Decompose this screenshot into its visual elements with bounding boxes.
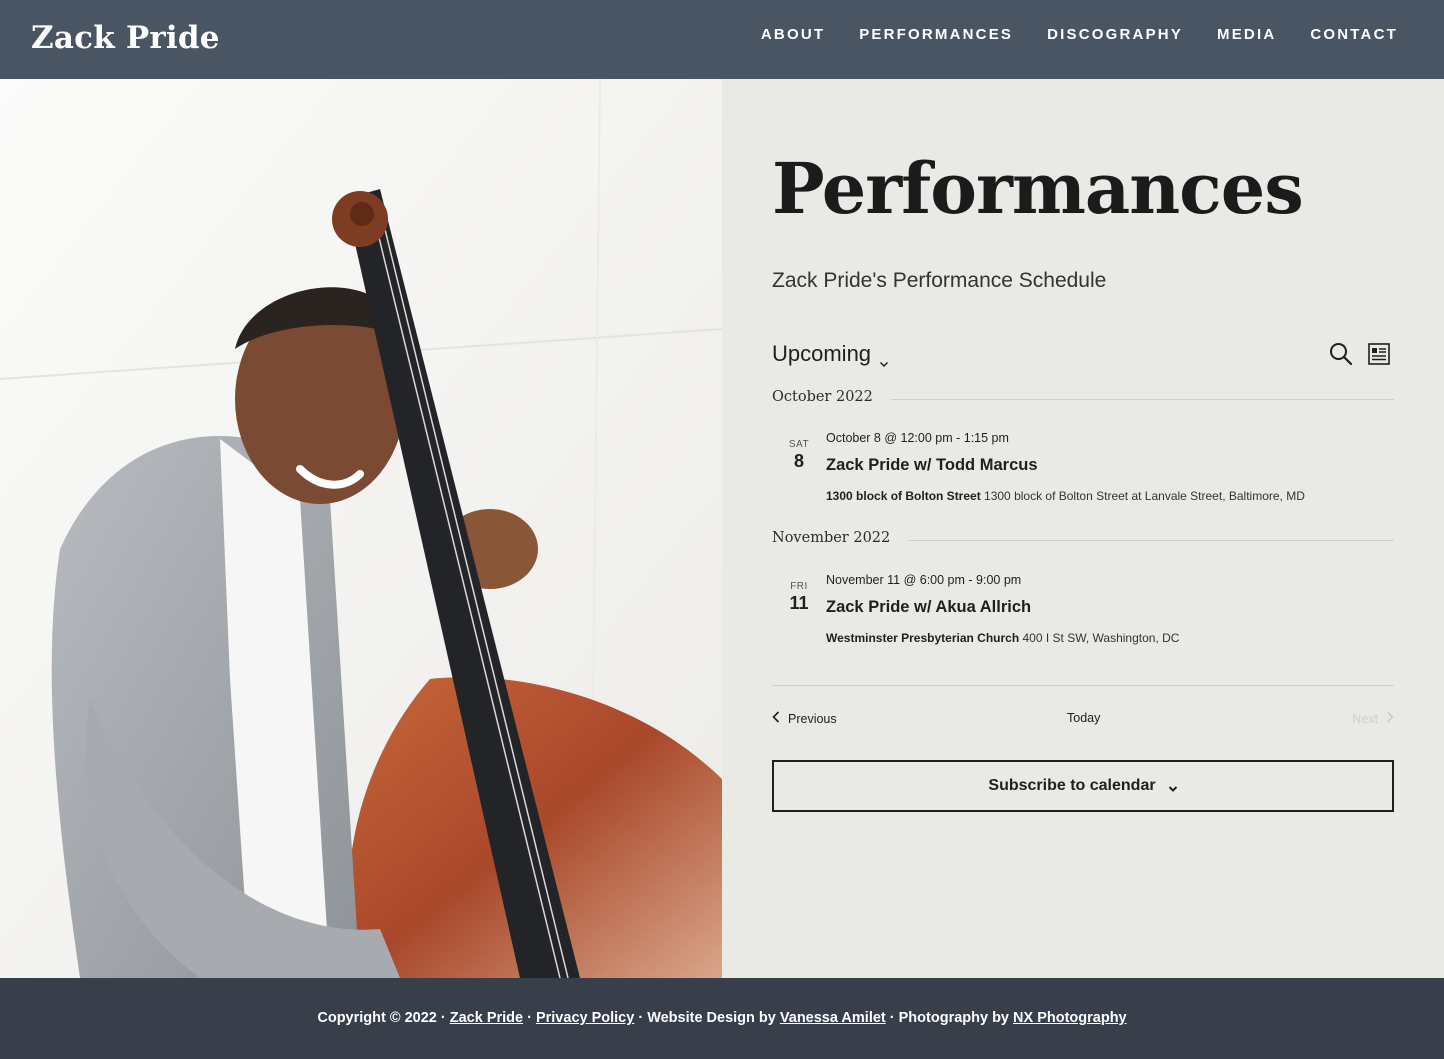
nav-contact[interactable]: CONTACT	[1310, 25, 1398, 45]
previous-events-link[interactable]: Previous	[772, 711, 837, 726]
nav-discography[interactable]: DISCOGRAPHY	[1047, 25, 1183, 45]
month-label: October 2022	[772, 389, 891, 405]
photo-illustration	[0, 79, 722, 978]
main-nav: ABOUT PERFORMANCES DISCOGRAPHY MEDIA CON…	[727, 25, 1398, 45]
nav-performances[interactable]: PERFORMANCES	[859, 25, 1013, 45]
month-separator: October 2022	[772, 389, 1394, 409]
footer-designer-link[interactable]: Vanessa Amilet	[780, 1010, 886, 1026]
next-events-link: Next	[1352, 711, 1394, 726]
event-day-number: 11	[789, 593, 809, 613]
site-footer: Copyright © 2022 · Zack Pride · Privacy …	[0, 978, 1444, 1059]
page-subtitle: Zack Pride's Performance Schedule	[772, 269, 1107, 292]
site-title-link[interactable]: Zack Pride	[31, 20, 220, 56]
event-venue-name: 1300 block of Bolton Street	[826, 489, 981, 503]
pager-divider	[772, 685, 1394, 686]
footer-photographer-link[interactable]: NX Photography	[1013, 1010, 1127, 1026]
chevron-down-icon	[1168, 781, 1178, 792]
chevron-down-icon	[879, 349, 889, 368]
event-venue-name: Westminster Presbyterian Church	[826, 631, 1020, 645]
footer-separator: ·	[523, 1010, 536, 1026]
month-label: November 2022	[772, 530, 909, 546]
hero-photo-bassist	[0, 79, 722, 978]
event-weekday: SAT	[788, 439, 810, 450]
previous-label: Previous	[788, 711, 837, 726]
next-label: Next	[1352, 711, 1378, 726]
subscribe-calendar-button[interactable]: Subscribe to calendar	[772, 760, 1394, 812]
event-item: FRI 11 November 11 @ 6:00 pm - 9:00 pm Z…	[772, 573, 1394, 663]
site-header: Zack Pride ABOUT PERFORMANCES DISCOGRAPH…	[0, 0, 1444, 79]
event-venue: 1300 block of Bolton Street 1300 block o…	[826, 489, 1305, 503]
event-item: SAT 8 October 8 @ 12:00 pm - 1:15 pm Zac…	[772, 431, 1394, 521]
footer-photo-prefix: · Photography by	[885, 1010, 1014, 1026]
nav-media[interactable]: MEDIA	[1217, 25, 1276, 45]
search-icon[interactable]	[1328, 341, 1354, 367]
footer-site-link[interactable]: Zack Pride	[450, 1010, 523, 1026]
chevron-left-icon	[772, 711, 780, 726]
event-title-link[interactable]: Zack Pride w/ Akua Allrich	[826, 598, 1031, 617]
subscribe-label: Subscribe to calendar	[988, 777, 1156, 794]
chevron-right-icon	[1386, 711, 1394, 726]
footer-copyright: Copyright © 2022 ·	[317, 1010, 450, 1026]
page-title: Performances	[772, 147, 1304, 230]
event-venue-address: 1300 block of Bolton Street at Lanvale S…	[980, 489, 1305, 503]
event-weekday: FRI	[790, 581, 808, 592]
footer-credits: Copyright © 2022 · Zack Pride · Privacy …	[0, 1010, 1444, 1026]
events-pagination: Previous Today Next	[772, 711, 1394, 731]
nav-about[interactable]: ABOUT	[761, 25, 825, 45]
event-datetime: November 11 @ 6:00 pm - 9:00 pm	[826, 573, 1022, 587]
view-selector[interactable]: Upcoming	[772, 341, 889, 368]
event-datetime: October 8 @ 12:00 pm - 1:15 pm	[826, 431, 1009, 445]
event-venue-address: 400 I St SW, Washington, DC	[1019, 631, 1180, 645]
events-view-bar: Upcoming	[772, 339, 1394, 371]
event-title-link[interactable]: Zack Pride w/ Todd Marcus	[826, 456, 1038, 475]
event-date-tag: SAT 8	[780, 439, 818, 472]
event-day-number: 8	[793, 451, 804, 471]
today-link[interactable]: Today	[1067, 711, 1100, 725]
month-separator: November 2022	[772, 530, 1394, 550]
event-date-tag: FRI 11	[780, 581, 818, 614]
view-selector-label: Upcoming	[772, 341, 872, 366]
event-venue: Westminster Presbyterian Church 400 I St…	[826, 631, 1179, 645]
footer-privacy-link[interactable]: Privacy Policy	[536, 1010, 634, 1026]
list-view-icon[interactable]	[1368, 343, 1390, 365]
footer-design-prefix: · Website Design by	[634, 1010, 780, 1026]
